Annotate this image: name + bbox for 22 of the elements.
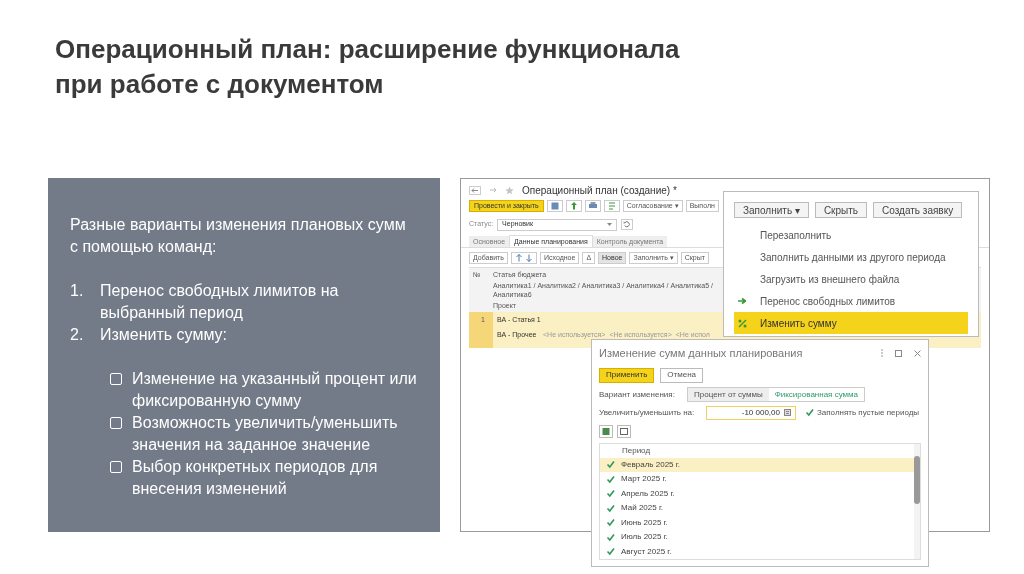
dialog-title: Изменение сумм данных планирования <box>599 346 803 361</box>
list-item-text: Перенос свободных лимитов на выбранный период <box>100 281 340 323</box>
table-cell: Апрель 2025 г. <box>621 487 675 500</box>
table-cell: Август 2025 г. <box>621 545 672 558</box>
table-cell: Май 2025 г. <box>621 502 664 515</box>
bullet-text: Выбор конкретных периодов для внесения изменений <box>132 457 379 499</box>
field-label: Вариант изменения: <box>599 388 676 401</box>
table-cell: Март 2025 г. <box>621 473 667 486</box>
table-cell: Февраль 2025 г. <box>621 458 680 471</box>
slide-title: Операционный план: расширение функционала при работе с документом <box>55 33 681 101</box>
column-header: Период <box>622 444 651 457</box>
list-number: 2. <box>70 325 85 345</box>
table-cell: Июнь 2025 г. <box>621 516 668 529</box>
list-item-text: Изменить сумму: <box>100 325 229 345</box>
bullet-text: Возможность увеличить/уменьшить значения на заданное значение <box>132 413 399 455</box>
checkbox-label: Заполнять пустые периоды <box>817 406 920 419</box>
table-cell: Июль 2025 г. <box>621 531 668 544</box>
bullet-text: Изменение на указанный процент или фиксированную сумму <box>132 369 418 411</box>
list-number: 1. <box>70 281 85 301</box>
field-label: Увеличить/уменьшить на: <box>599 406 696 419</box>
panel-intro: Разные варианты изменения плановых сумм с помощью команд: <box>70 215 407 257</box>
window-title: Операционный план (создание) * <box>522 183 677 198</box>
